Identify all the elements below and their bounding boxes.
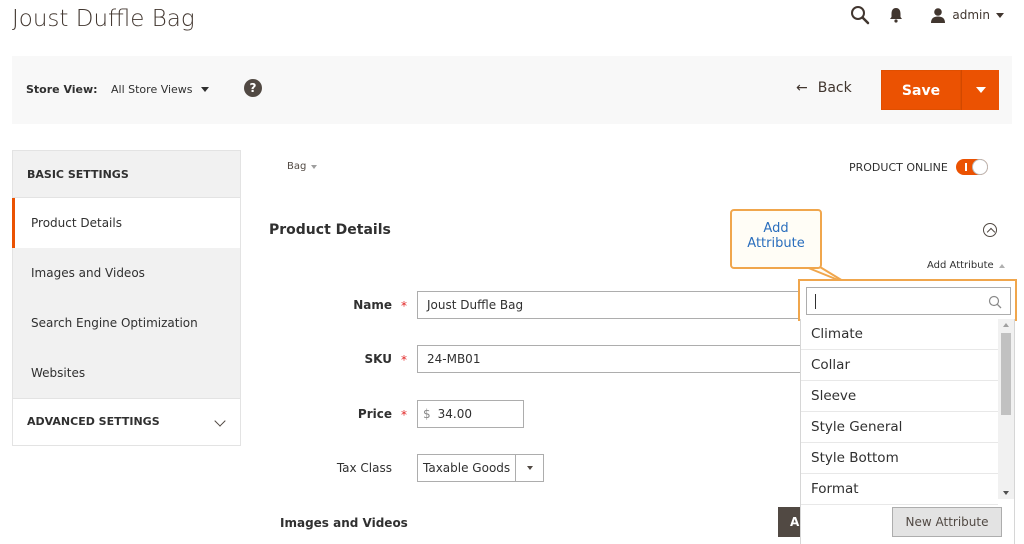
search-icon bbox=[988, 294, 1002, 309]
advanced-settings-label: ADVANCED SETTINGS bbox=[27, 415, 160, 428]
chevron-down-icon bbox=[311, 164, 318, 169]
tax-class-dropdown-button[interactable] bbox=[515, 455, 543, 481]
toggle-on-mark bbox=[964, 163, 967, 171]
toggle-knob bbox=[971, 159, 988, 175]
add-video-button[interactable]: A bbox=[778, 507, 800, 537]
price-currency: $ bbox=[423, 407, 431, 421]
attribute-option[interactable]: Sleeve bbox=[801, 381, 998, 412]
page-actions-toolbar: Store View: All Store Views ? ← Back Sav… bbox=[12, 56, 1012, 124]
product-sidebar: BASIC SETTINGS Product Details Images an… bbox=[12, 150, 241, 446]
callout-line-2: Attribute bbox=[747, 236, 805, 251]
page-title: Joust Duffle Bag bbox=[12, 6, 195, 32]
product-online-label: PRODUCT ONLINE bbox=[849, 160, 948, 174]
user-menu-label[interactable]: admin bbox=[952, 8, 990, 22]
attribute-search-highlight bbox=[798, 279, 1017, 321]
arrow-left-icon: ← bbox=[796, 80, 808, 96]
chevron-down-icon[interactable] bbox=[996, 12, 1004, 18]
sku-field[interactable]: 24-MB01 bbox=[417, 345, 802, 373]
tax-class-label: Tax Class bbox=[336, 461, 392, 475]
sidebar-item-websites[interactable]: Websites bbox=[12, 348, 241, 398]
attribute-search-input[interactable] bbox=[806, 287, 1011, 315]
help-icon[interactable]: ? bbox=[244, 79, 262, 97]
attribute-option[interactable]: Style Bottom bbox=[801, 443, 998, 474]
attribute-option[interactable]: Format bbox=[801, 474, 998, 505]
required-marker: * bbox=[401, 299, 407, 313]
save-options-toggle[interactable] bbox=[961, 70, 999, 110]
scroll-up-icon[interactable] bbox=[1003, 323, 1009, 327]
store-view-label: Store View: bbox=[26, 83, 98, 96]
required-marker: * bbox=[401, 408, 407, 422]
attribute-set-value: Bag bbox=[287, 161, 307, 172]
attribute-options-dropdown: Climate Collar Sleeve Style General Styl… bbox=[800, 319, 1015, 544]
scrollbar-thumb[interactable] bbox=[1001, 333, 1011, 415]
add-attribute-link-label: Add Attribute bbox=[927, 260, 994, 271]
price-label: Price bbox=[357, 407, 392, 421]
section-title: Product Details bbox=[269, 222, 391, 238]
new-attribute-button[interactable]: New Attribute bbox=[892, 507, 1002, 537]
text-cursor bbox=[815, 294, 816, 309]
add-attribute-link[interactable]: Add Attribute bbox=[927, 260, 1005, 271]
back-button-label: Back bbox=[817, 80, 852, 96]
tax-class-value: Taxable Goods bbox=[423, 461, 511, 475]
add-attribute-callout: Add Attribute bbox=[730, 209, 822, 269]
chevron-down-icon bbox=[975, 87, 986, 93]
images-and-videos-label: Images and Videos bbox=[280, 516, 408, 530]
attribute-option[interactable]: Climate bbox=[801, 319, 998, 350]
scroll-down-icon[interactable] bbox=[1003, 491, 1009, 495]
chevron-up-circle-icon[interactable] bbox=[983, 223, 997, 237]
attribute-set-selector[interactable]: Bag bbox=[287, 161, 318, 172]
price-value: 34.00 bbox=[437, 407, 472, 421]
dropdown-scrollbar[interactable] bbox=[998, 319, 1014, 499]
chevron-down-icon bbox=[214, 415, 226, 427]
name-field[interactable]: Joust Duffle Bag bbox=[417, 291, 802, 319]
back-button[interactable]: ← Back bbox=[796, 80, 852, 96]
sku-label: SKU bbox=[364, 352, 392, 366]
basic-settings-heading: BASIC SETTINGS bbox=[12, 150, 241, 198]
chevron-up-icon bbox=[998, 263, 1005, 268]
price-field[interactable]: $34.00 bbox=[417, 400, 524, 428]
sidebar-item-images-and-videos[interactable]: Images and Videos bbox=[12, 248, 241, 298]
chevron-down-icon bbox=[526, 466, 533, 470]
advanced-settings-toggle[interactable]: ADVANCED SETTINGS bbox=[12, 398, 241, 446]
store-view-switcher[interactable]: All Store Views bbox=[111, 83, 209, 96]
header-actions: admin bbox=[850, 4, 1004, 26]
attribute-option[interactable]: Style General bbox=[801, 412, 998, 443]
callout-line-1: Add bbox=[763, 221, 789, 236]
name-label: Name bbox=[353, 298, 392, 312]
save-button[interactable]: Save bbox=[881, 70, 961, 110]
product-online-switch[interactable]: PRODUCT ONLINE bbox=[849, 159, 988, 175]
tax-class-select[interactable]: Taxable Goods bbox=[417, 454, 544, 482]
user-icon[interactable] bbox=[930, 7, 946, 23]
sidebar-item-seo[interactable]: Search Engine Optimization bbox=[12, 298, 241, 348]
required-marker: * bbox=[401, 353, 407, 367]
store-view-value: All Store Views bbox=[111, 83, 193, 96]
sidebar-item-product-details[interactable]: Product Details bbox=[12, 198, 241, 248]
search-icon[interactable] bbox=[850, 5, 870, 25]
attribute-option[interactable]: Collar bbox=[801, 350, 998, 381]
product-online-toggle[interactable] bbox=[955, 159, 988, 175]
chevron-down-icon bbox=[200, 87, 209, 92]
bell-icon[interactable] bbox=[888, 6, 904, 24]
